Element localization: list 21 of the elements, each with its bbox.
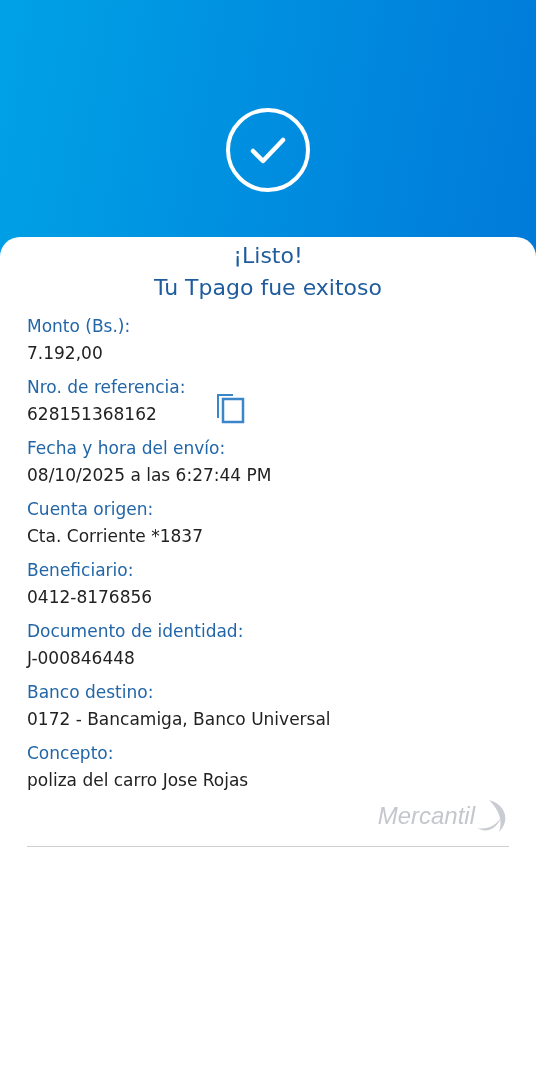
- field-value: poliza del carro Jose Rojas: [27, 769, 249, 792]
- copy-icon[interactable]: [216, 392, 247, 424]
- field-value: 7.192,00: [27, 342, 104, 365]
- brand-logo-text: Mercantil: [377, 802, 475, 830]
- field-value: 0172 - Bancamiga, Banco Universal: [27, 708, 331, 731]
- field-label: Nro. de referencia:: [27, 376, 186, 399]
- field-label: Banco destino:: [27, 681, 155, 704]
- field-label: Beneficiario:: [27, 559, 135, 582]
- field-label: Concepto:: [27, 742, 115, 765]
- field-value: 628151368162: [27, 403, 158, 426]
- field-value: 08/10/2025 a las 6:27:44 PM: [27, 464, 272, 487]
- field-label: Fecha y hora del envío:: [27, 437, 227, 460]
- success-title: ¡Listo!: [233, 242, 303, 270]
- field-value: J-000846448: [27, 647, 136, 670]
- success-check-icon: [225, 107, 311, 193]
- field-value: 0412-8176856: [27, 586, 153, 609]
- field-value: Cta. Corriente *1837: [27, 525, 203, 548]
- field-label: Documento de identidad:: [27, 620, 244, 643]
- field-label: Cuenta origen:: [27, 498, 155, 521]
- success-subtitle: Tu Tpago fue exitoso: [154, 274, 382, 302]
- field-label: Monto (Bs.):: [27, 315, 131, 338]
